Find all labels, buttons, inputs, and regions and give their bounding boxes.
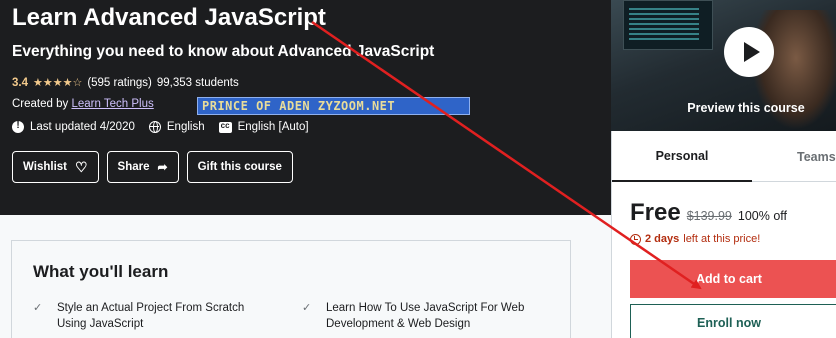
learn-item-text: Style an Actual Project From Scratch Usi… (57, 302, 245, 330)
course-preview-video[interactable]: Preview this course (611, 0, 836, 131)
rating-value: 3.4 (12, 76, 28, 89)
captions-language: English [Auto] (237, 121, 309, 133)
gift-label: Gift this course (197, 161, 282, 173)
gift-course-button[interactable]: Gift this course (186, 151, 293, 183)
share-button[interactable]: Share ➦ (106, 151, 179, 183)
share-arrow-icon: ➦ (157, 160, 168, 174)
course-meta-row: Last updated 4/2020 English English [Aut… (12, 120, 323, 133)
price-row: Free $139.99 100% off (630, 199, 787, 227)
check-icon: ✓ (33, 302, 43, 314)
created-by-label: Created by (12, 98, 69, 110)
learn-section-title: What you'll learn (33, 262, 169, 281)
price-timer: 2 days left at this price! (630, 233, 760, 245)
play-icon[interactable] (724, 27, 774, 77)
instructor-link[interactable]: Learn Tech Plus (71, 98, 153, 110)
timer-days: 2 days (645, 233, 680, 245)
purchase-tabs: Personal Teams (612, 131, 836, 182)
creator-row: Created by Learn Tech Plus (12, 98, 154, 110)
original-price: $139.99 (686, 209, 732, 223)
closed-captions-icon (218, 121, 232, 133)
preview-label: Preview this course (687, 101, 805, 115)
wishlist-label: Wishlist (23, 161, 67, 173)
ratings-count-link[interactable]: (595 ratings) (87, 77, 152, 89)
enroll-now-button[interactable]: Enroll now (630, 304, 836, 338)
course-title: Learn Advanced JavaScript (12, 4, 326, 31)
globe-icon (148, 121, 161, 133)
timer-text: left at this price! (683, 233, 761, 245)
learn-item: ✓ Learn How To Use JavaScript For Web De… (302, 300, 532, 332)
tab-teams[interactable]: Teams (752, 131, 836, 182)
course-language: English (166, 121, 205, 133)
star-rating-icon: ★★★★☆ (33, 77, 83, 89)
check-icon: ✓ (302, 302, 312, 314)
purchase-sidebar: Personal Teams Free $139.99 100% off 2 d… (611, 131, 836, 338)
alert-icon (12, 120, 24, 133)
course-subtitle: Everything you need to know about Advanc… (12, 43, 435, 60)
wishlist-button[interactable]: Wishlist ♡ (12, 151, 99, 183)
preview-thumbnail-code (629, 8, 699, 42)
add-to-cart-button[interactable]: Add to cart (630, 260, 836, 298)
alarm-clock-icon (630, 233, 641, 245)
share-label: Share (117, 161, 150, 173)
tab-personal[interactable]: Personal (612, 131, 752, 182)
what-youll-learn-box: What you'll learn ✓ Style an Actual Proj… (11, 240, 571, 338)
heart-icon: ♡ (74, 159, 88, 175)
learn-item: ✓ Style an Actual Project From Scratch U… (33, 300, 263, 332)
rating-row: 3.4 ★★★★☆ (595 ratings) 99,353 students (12, 76, 239, 90)
hero-actions: Wishlist ♡ Share ➦ Gift this course (12, 151, 293, 183)
current-price: Free (630, 199, 681, 226)
last-updated: Last updated 4/2020 (30, 121, 135, 133)
discount-label: 100% off (737, 209, 788, 223)
watermark-banner: PRINCE OF ADEN ZYZOOM.NET (197, 97, 470, 115)
students-count: 99,353 students (156, 76, 239, 89)
learn-item-text: Learn How To Use JavaScript For Web Deve… (326, 302, 525, 330)
